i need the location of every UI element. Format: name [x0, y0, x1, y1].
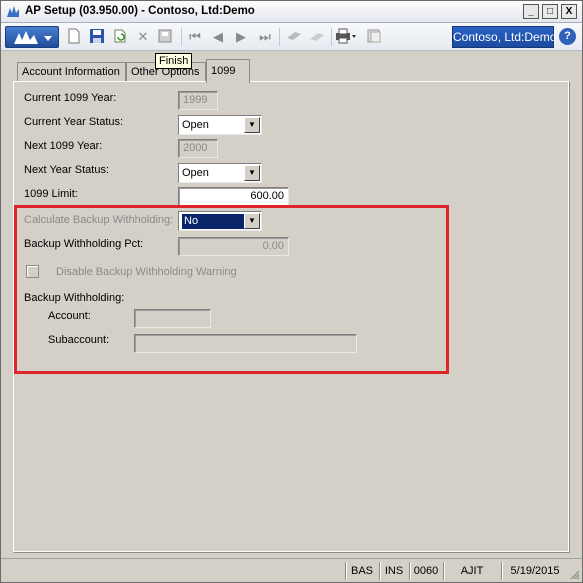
- next-1099-year-field: 2000: [178, 139, 218, 158]
- chevron-down-icon[interactable]: ▼: [244, 165, 260, 181]
- current-1099-year-field: 1999: [178, 91, 218, 110]
- finish-icon[interactable]: [156, 28, 174, 46]
- app-icon: [7, 6, 19, 17]
- chevron-down-icon[interactable]: ▼: [244, 117, 260, 133]
- status-bas: BAS: [350, 565, 373, 577]
- copy-icon[interactable]: [285, 28, 303, 46]
- company-button[interactable]: Contoso, Ltd:Demo: [452, 26, 556, 48]
- print-icon[interactable]: [335, 28, 357, 46]
- save-icon[interactable]: [88, 28, 106, 46]
- toolbar-separator: [331, 28, 332, 46]
- resize-grip-icon[interactable]: [570, 570, 580, 580]
- refresh-icon[interactable]: [111, 28, 129, 46]
- toolbar-separator: [279, 28, 280, 46]
- status-date: 5/19/2015: [510, 565, 560, 577]
- tab-1099[interactable]: 1099: [206, 59, 250, 83]
- help-icon[interactable]: ?: [559, 28, 576, 45]
- next-year-status-label: Next Year Status:: [24, 164, 109, 176]
- current-year-status-label: Current Year Status:: [24, 116, 124, 128]
- status-screen-number: 0060: [413, 565, 439, 577]
- current-year-status-select[interactable]: Open ▼: [178, 115, 262, 135]
- status-ins: INS: [384, 565, 404, 577]
- status-separator: [345, 562, 346, 580]
- limit-1099-field[interactable]: 600.00: [178, 187, 289, 206]
- window-title: AP Setup (03.950.00) - Contoso, Ltd:Demo: [25, 5, 255, 17]
- minimize-button[interactable]: _: [523, 4, 539, 19]
- logo-menu-icon: [14, 31, 52, 44]
- status-user: AJIT: [460, 565, 484, 577]
- current-1099-year-label: Current 1099 Year:: [24, 92, 117, 104]
- status-bar: BAS INS 0060 AJIT 5/19/2015: [1, 558, 582, 582]
- logo-menu-button[interactable]: [5, 26, 59, 48]
- notes-icon[interactable]: [365, 28, 383, 46]
- next-icon[interactable]: ▶: [232, 28, 250, 46]
- first-icon[interactable]: ⏮: [186, 28, 204, 46]
- toolbar: ✕ ⏮ ◀ ▶ ⏭ Contoso, Ltd:Demo ?: [1, 23, 582, 51]
- title-bar: AP Setup (03.950.00) - Contoso, Ltd:Demo…: [1, 1, 582, 23]
- finish-tooltip: Finish: [155, 53, 193, 69]
- next-year-status-value: Open: [182, 167, 209, 179]
- delete-icon[interactable]: ✕: [134, 28, 152, 46]
- status-separator: [379, 562, 380, 580]
- tab-account-information[interactable]: Account Information: [17, 62, 126, 82]
- toolbar-separator: [181, 28, 182, 46]
- limit-1099-label: 1099 Limit:: [24, 188, 78, 200]
- paste-icon[interactable]: [308, 28, 326, 46]
- status-separator: [443, 562, 444, 580]
- maximize-button[interactable]: □: [542, 4, 558, 19]
- status-separator: [501, 562, 502, 580]
- last-icon[interactable]: ⏭: [256, 28, 274, 46]
- highlight-box: [14, 205, 449, 374]
- close-button[interactable]: X: [561, 4, 577, 19]
- ap-setup-window: AP Setup (03.950.00) - Contoso, Ltd:Demo…: [0, 0, 583, 583]
- current-year-status-value: Open: [182, 119, 209, 131]
- new-icon[interactable]: [65, 28, 83, 46]
- previous-icon[interactable]: ◀: [209, 28, 227, 46]
- status-separator: [409, 562, 410, 580]
- next-1099-year-label: Next 1099 Year:: [24, 140, 103, 152]
- next-year-status-select[interactable]: Open ▼: [178, 163, 262, 183]
